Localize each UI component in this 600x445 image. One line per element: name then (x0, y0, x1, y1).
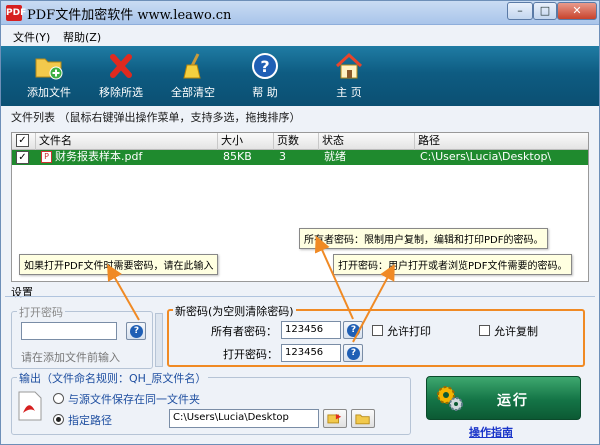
owner-password-help-button[interactable]: ? (343, 321, 363, 339)
row-checkbox[interactable]: ✓ (16, 151, 29, 164)
maximize-button[interactable]: □ (533, 2, 557, 20)
gears-icon (437, 386, 463, 411)
same-folder-radio[interactable] (53, 393, 64, 404)
help-icon: ? (252, 53, 278, 79)
open-password-help-button[interactable]: ? (126, 322, 146, 340)
open-folder-icon (355, 414, 370, 425)
table-row[interactable]: ✓ P 财务报表样本.pdf 85KB 3 就绪 C:\Users\Lucia\D… (12, 150, 588, 165)
help-glyph: ? (260, 57, 269, 76)
minimize-button[interactable]: – (507, 2, 533, 20)
settings-divider (5, 296, 595, 297)
file-pages-cell: 3 (279, 150, 286, 163)
add-file-label: 添加文件 (27, 86, 71, 99)
app-window: PDF PDF文件加密软件 www.leawo.cn – □ ✕ 文件(Y) 帮… (0, 0, 600, 445)
clear-all-button[interactable]: 全部清空 (155, 50, 231, 102)
file-list-header: ✓ 文件名 大小 页数 状态 路径 (12, 133, 588, 150)
file-size-cell: 85KB (223, 150, 252, 163)
home-label: 主 页 (336, 86, 362, 99)
close-button[interactable]: ✕ (557, 2, 597, 20)
column-header-status[interactable]: 状态 (319, 133, 415, 150)
output-group-title: 输出（文件命名规则：QH_原文件名） (17, 370, 209, 386)
file-path-cell: C:\Users\Lucia\Desktop\ (420, 150, 552, 163)
open-folder-button[interactable] (351, 409, 375, 428)
file-list-label: 文件列表 （鼠标右键弹出操作菜单，支持多选，拖拽排序） (11, 111, 301, 124)
help-button[interactable]: ? 帮 助 (227, 50, 303, 102)
help-label: 帮 助 (252, 86, 278, 99)
remove-selected-label: 移除所选 (99, 86, 143, 99)
remove-selected-button[interactable]: 移除所选 (83, 50, 159, 102)
home-button[interactable]: 主 页 (311, 50, 387, 102)
run-button[interactable]: 运行 (426, 376, 581, 420)
column-header-size[interactable]: 大小 (218, 133, 274, 150)
custom-path-radio[interactable] (53, 414, 64, 425)
toolbar: 添加文件 移除所选 全部清空 ? 帮 助 主 页 (1, 46, 599, 106)
new-password-group-title: 新密码(为空则清除密码) (173, 303, 296, 319)
user-guide-link[interactable]: 操作指南 (469, 424, 513, 440)
column-header-pages[interactable]: 页数 (274, 133, 319, 150)
open-password-tooltip: 打开密码：用户打开或者浏览PDF文件需要的密码。 (333, 254, 573, 275)
red-x-icon (110, 54, 132, 78)
select-all-checkbox[interactable]: ✓ (16, 134, 29, 147)
question-icon: ? (347, 347, 360, 360)
allow-copy-label: 允许复制 (494, 325, 538, 338)
new-open-password-help-button[interactable]: ? (343, 344, 363, 362)
new-open-password-input[interactable]: 123456 (281, 344, 341, 362)
column-header-name[interactable]: 文件名 (36, 133, 218, 150)
menu-file[interactable]: 文件(Y) (13, 29, 50, 45)
menu-bar: 文件(Y) 帮助(Z) (1, 26, 599, 46)
browse-path-button[interactable] (323, 409, 347, 428)
clear-all-label: 全部清空 (171, 86, 215, 99)
pdf-file-icon: P (41, 151, 52, 163)
swap-folder-icon (327, 414, 342, 424)
open-password-input[interactable] (21, 322, 117, 340)
custom-path-label: 指定路径 (68, 414, 112, 427)
open-file-password-tooltip: 如果打开PDF文件时需要密码，请在此输入 (19, 254, 219, 275)
allow-copy-checkbox[interactable] (479, 325, 490, 336)
owner-password-label: 所有者密码： (211, 325, 277, 338)
question-icon: ? (347, 324, 360, 337)
home-icon (335, 52, 363, 79)
open-password-group-title: 打开密码 (17, 304, 65, 320)
allow-print-checkbox[interactable] (372, 325, 383, 336)
same-folder-label: 与源文件保存在同一文件夹 (68, 393, 200, 406)
open-password-hint: 请在添加文件前输入 (21, 351, 120, 364)
broom-icon (183, 53, 201, 79)
menu-help[interactable]: 帮助(Z) (63, 29, 101, 45)
settings-label: 设置 (11, 286, 33, 299)
output-path-input[interactable]: C:\Users\Lucia\Desktop (169, 409, 319, 428)
pdf-output-icon (18, 391, 42, 421)
owner-password-tooltip: 所有者密码：限制用户复制，编辑和打印PDF的密码。 (299, 228, 549, 249)
owner-password-input[interactable]: 123456 (281, 321, 341, 339)
file-name-cell: 财务报表样本.pdf (55, 150, 143, 163)
pdf-app-icon: PDF (6, 5, 26, 21)
file-status-cell: 就绪 (324, 150, 346, 163)
window-title: PDF文件加密软件 www.leawo.cn (27, 8, 232, 23)
open-password-label: 打开密码： (223, 348, 278, 361)
question-icon: ? (130, 325, 143, 338)
column-header-path[interactable]: 路径 (415, 133, 588, 150)
panel-splitter[interactable] (155, 313, 163, 367)
allow-print-label: 允许打印 (387, 325, 431, 338)
add-file-button[interactable]: 添加文件 (11, 50, 87, 102)
add-folder-icon (35, 58, 63, 80)
title-bar[interactable]: PDF PDF文件加密软件 www.leawo.cn – □ ✕ (1, 1, 599, 25)
run-label: 运行 (497, 393, 529, 409)
